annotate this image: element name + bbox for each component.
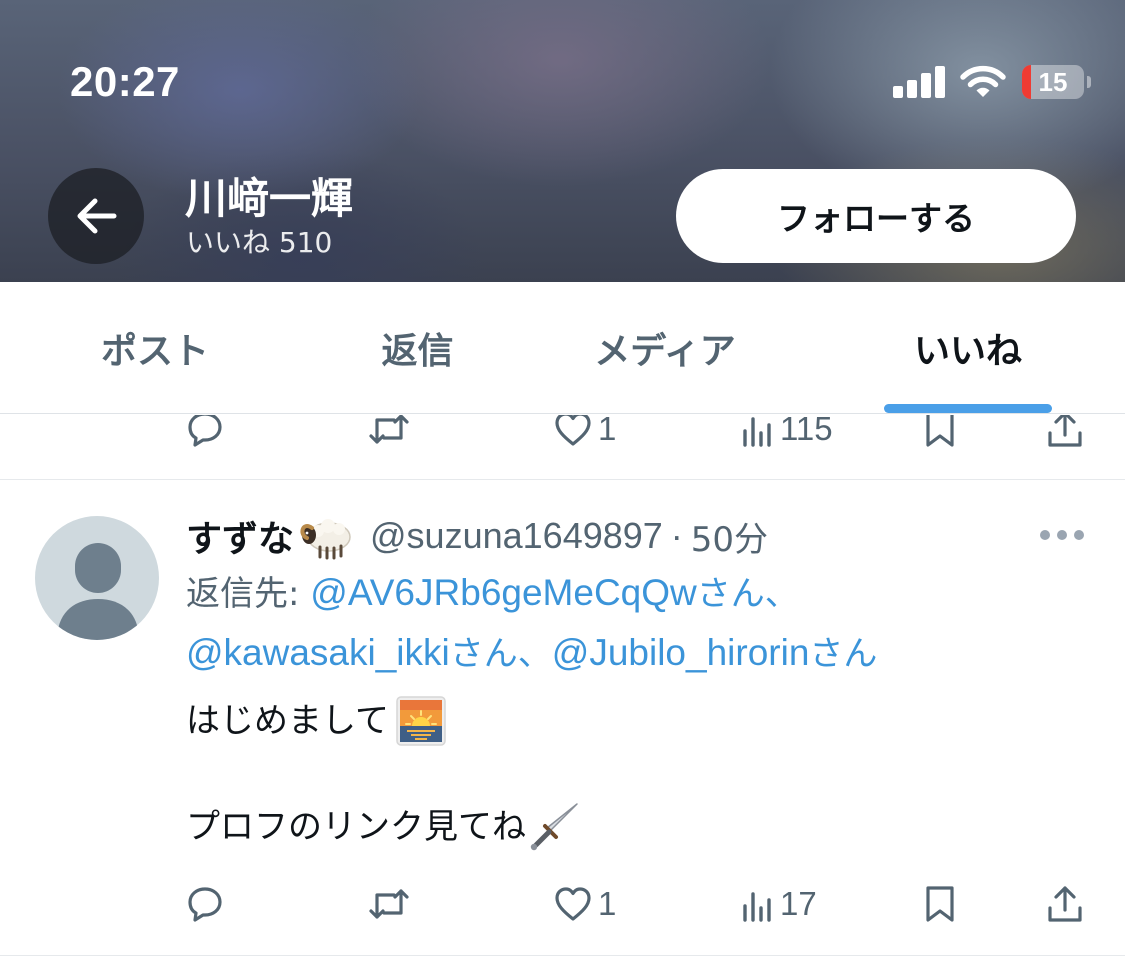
tab-replies[interactable]: 返信 (330, 282, 505, 414)
like-button[interactable]: 1 (554, 415, 616, 454)
like-count: 1 (598, 415, 617, 447)
cellular-signal-icon (893, 66, 945, 98)
views-button[interactable]: 115 (742, 415, 833, 454)
author-name[interactable]: すずな (186, 510, 294, 562)
post-divider-bottom (0, 955, 1125, 956)
status-time: 20:27 (70, 58, 180, 105)
post-time[interactable]: 50分 (691, 512, 768, 561)
profile-header: 20:27 15 川﨑一輝 いいね 510 フォローする (0, 0, 1125, 282)
bookmark-button[interactable] (924, 415, 956, 454)
reply-mention-2[interactable]: @kawasaki_ikki (186, 632, 450, 673)
profile-likes-count: いいね 510 (186, 226, 333, 259)
bookmark-button[interactable] (924, 879, 956, 929)
reply-context-line-1: 返信先: @AV6JRb6geMeCqQwさん、 (186, 567, 799, 620)
more-options-icon[interactable] (1040, 526, 1084, 544)
follow-button[interactable]: フォローする (676, 169, 1076, 263)
reply-mention-1[interactable]: @AV6JRb6geMeCqQw (310, 572, 696, 613)
repost-icon (369, 889, 409, 919)
views-icon (743, 892, 771, 922)
author-handle[interactable]: @suzuna1649897 (370, 515, 663, 557)
tab-likes[interactable]: いいね (868, 282, 1068, 414)
meta-separator: · (670, 515, 683, 556)
reply-icon (188, 415, 222, 447)
battery-level: 15 (1038, 67, 1068, 97)
share-button[interactable] (1047, 415, 1083, 454)
post-actions: 1 17 (0, 879, 1125, 929)
reply-button[interactable] (186, 415, 224, 454)
repost-button[interactable] (368, 415, 410, 454)
bookmark-icon (926, 415, 954, 447)
views-button[interactable]: 17 (742, 879, 817, 929)
heart-icon (555, 415, 591, 446)
ram-emoji-icon (300, 519, 351, 560)
reply-context-line-2: @kawasaki_ikkiさん、@Jubilo_hirorinさん (186, 627, 877, 680)
post-text-1: はじめまして (186, 701, 389, 741)
profile-tabs: ポスト 返信 メディア いいね (0, 282, 1125, 414)
repost-button[interactable] (368, 879, 410, 929)
share-icon (1048, 886, 1082, 922)
post-header: すずな @suzuna1649897 · 50分 (186, 510, 768, 562)
sunrise-emoji-icon (396, 696, 446, 746)
reply-suffix-3: さん (809, 634, 878, 674)
views-icon (743, 417, 771, 447)
previous-post-actions-clip: 1 115 (0, 415, 1125, 479)
battery-tip (1087, 76, 1091, 88)
arrow-left-icon (77, 198, 117, 234)
share-icon (1048, 415, 1082, 447)
reply-button[interactable] (186, 879, 224, 929)
profile-name: 川﨑一輝 (185, 174, 354, 223)
like-count: 1 (598, 885, 617, 922)
post-text-2: プロフのリンク見てね (186, 807, 526, 847)
post-text-line-2: プロフのリンク見てね (186, 800, 582, 854)
active-tab-indicator (884, 404, 1052, 413)
back-button[interactable] (48, 168, 144, 264)
wifi-icon (960, 65, 1006, 97)
bookmark-icon (926, 886, 954, 922)
battery-icon: 15 (1022, 65, 1084, 99)
view-count: 17 (780, 885, 817, 922)
tab-media[interactable]: メディア (560, 282, 770, 414)
heart-icon (555, 887, 591, 921)
dagger-emoji-icon (530, 803, 578, 851)
reply-mention-3[interactable]: @Jubilo_hirorin (552, 632, 810, 673)
reply-icon (188, 887, 222, 922)
repost-icon (369, 415, 409, 444)
view-count: 115 (780, 415, 833, 447)
reply-prefix: 返信先: (186, 574, 311, 614)
post-text-line-1: はじめまして (186, 694, 447, 748)
tab-posts[interactable]: ポスト (60, 282, 250, 414)
reply-suffix-2: さん、 (449, 634, 552, 674)
previous-post-actions: 1 115 (0, 415, 1125, 454)
avatar[interactable] (35, 516, 159, 640)
share-button[interactable] (1047, 879, 1083, 929)
default-avatar-icon (57, 543, 139, 640)
like-button[interactable]: 1 (554, 879, 616, 929)
reply-suffix-1: さん、 (696, 574, 799, 614)
post-divider (0, 479, 1125, 480)
